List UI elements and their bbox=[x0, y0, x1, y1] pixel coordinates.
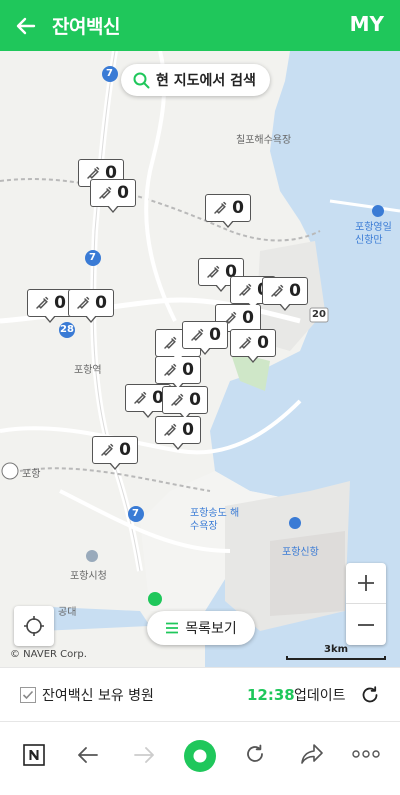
status-bar: 잔여백신 보유 병원 12:38 업데이트 bbox=[0, 667, 400, 721]
vaccine-marker[interactable]: 0 bbox=[262, 277, 308, 311]
map-label-pohang: 포항 bbox=[22, 469, 41, 480]
filter-checkbox[interactable] bbox=[20, 686, 36, 703]
vaccine-marker[interactable]: 0 bbox=[92, 436, 138, 470]
refresh-button[interactable] bbox=[360, 685, 380, 705]
refresh-icon bbox=[362, 685, 378, 702]
plus-icon bbox=[358, 575, 374, 591]
filter-label: 잔여백신 보유 병원 bbox=[42, 687, 154, 704]
back-button[interactable] bbox=[4, 0, 48, 51]
arrow-left-icon bbox=[16, 17, 36, 34]
list-view-button[interactable]: 목록보기 bbox=[147, 611, 255, 645]
syringe-icon bbox=[189, 327, 205, 343]
map-label-chilpo: 칠포해수욕장 bbox=[236, 135, 292, 146]
syringe-icon bbox=[169, 392, 185, 408]
marker-count: 0 bbox=[182, 420, 194, 440]
back-arrow-icon bbox=[78, 747, 98, 763]
syringe-icon bbox=[162, 362, 178, 378]
marker-count: 0 bbox=[242, 308, 254, 328]
syringe-icon bbox=[75, 295, 91, 311]
map-scale: 3km bbox=[286, 644, 386, 660]
road-badge-28: 28 bbox=[60, 324, 74, 335]
vaccine-marker[interactable]: 0 bbox=[182, 321, 228, 355]
header-bar: 잔여백신 MY bbox=[0, 0, 400, 51]
syringe-icon bbox=[237, 335, 253, 351]
minus-icon bbox=[358, 623, 374, 626]
map-label-pohang-station: 포항역 bbox=[74, 365, 102, 376]
my-button[interactable]: MY bbox=[350, 12, 384, 36]
marker-count: 0 bbox=[95, 293, 107, 313]
road-badge-7b: 7 bbox=[89, 252, 96, 263]
marker-count: 0 bbox=[257, 333, 269, 353]
road-badge-7c: 7 bbox=[132, 508, 139, 519]
marker-count: 0 bbox=[209, 325, 221, 345]
map-copyright: © NAVER Corp. bbox=[10, 649, 87, 660]
map-view[interactable]: 칠포해수욕장 포항영일 신항만 포항역 포항 포항송도 해수욕장 포항신항 포항… bbox=[0, 51, 400, 667]
map-label-gongdae: 공대 bbox=[58, 607, 77, 618]
map-label-sinhang: 포항신항 bbox=[282, 547, 319, 558]
share-icon bbox=[301, 744, 323, 764]
more-icon bbox=[352, 750, 380, 758]
marker-count: 0 bbox=[54, 293, 66, 313]
syringe-icon bbox=[269, 283, 285, 299]
map-label-city-hall: 포항시청 bbox=[70, 571, 107, 582]
browser-forward-button[interactable] bbox=[133, 745, 155, 765]
syringe-icon bbox=[162, 335, 178, 351]
reload-icon bbox=[247, 744, 263, 762]
syringe-icon bbox=[237, 282, 253, 298]
home-circle-icon bbox=[184, 740, 216, 772]
check-icon bbox=[20, 686, 36, 703]
browser-share-button[interactable] bbox=[300, 743, 324, 765]
marker-count: 0 bbox=[189, 390, 201, 410]
map-label-songdo: 포항송도 해수욕장 bbox=[190, 508, 240, 532]
vaccine-marker[interactable]: 0 bbox=[155, 416, 201, 450]
vaccine-marker[interactable]: 0 bbox=[90, 179, 136, 213]
update-time: 12:38 bbox=[247, 685, 295, 704]
map-label-yeongil: 포항영일 신항만 bbox=[355, 222, 392, 246]
browser-more-button[interactable] bbox=[352, 750, 380, 758]
marker-count: 0 bbox=[289, 281, 301, 301]
vaccine-marker[interactable]: 0 bbox=[205, 194, 251, 228]
road-badge-20: 20 bbox=[312, 309, 326, 320]
crosshair-icon bbox=[24, 616, 44, 636]
zoom-out-button[interactable] bbox=[346, 604, 386, 645]
search-icon bbox=[133, 72, 150, 89]
marker-count: 0 bbox=[119, 440, 131, 460]
syringe-icon bbox=[34, 295, 50, 311]
syringe-icon bbox=[212, 200, 228, 216]
browser-back-button[interactable] bbox=[77, 745, 99, 765]
scale-label: 3km bbox=[323, 644, 349, 655]
browser-green-home-button[interactable] bbox=[183, 739, 217, 773]
marker-count: 0 bbox=[182, 360, 194, 380]
vaccine-marker[interactable]: 0 bbox=[162, 386, 208, 420]
syringe-icon bbox=[205, 264, 221, 280]
update-label: 업데이트 bbox=[294, 687, 346, 704]
vaccine-marker[interactable]: 0 bbox=[27, 289, 73, 323]
naver-home-button[interactable] bbox=[23, 744, 45, 766]
marker-count: 0 bbox=[232, 198, 244, 218]
forward-arrow-icon bbox=[134, 747, 154, 763]
syringe-icon bbox=[99, 442, 115, 458]
zoom-in-button[interactable] bbox=[346, 563, 386, 604]
naver-n-icon bbox=[23, 744, 45, 766]
road-badge-7a: 7 bbox=[106, 68, 113, 79]
page-title: 잔여백신 bbox=[52, 16, 120, 38]
locate-button[interactable] bbox=[14, 606, 54, 646]
list-icon bbox=[165, 622, 179, 634]
syringe-icon bbox=[162, 422, 178, 438]
search-this-area-button[interactable]: 현 지도에서 검색 bbox=[121, 64, 270, 96]
zoom-control bbox=[346, 563, 386, 645]
syringe-icon bbox=[132, 390, 148, 406]
app-root: 잔여백신 MY 칠포해수욕장 포항영일 신항만 포항역 포항 포항송도 해수욕장… bbox=[0, 0, 400, 795]
browser-toolbar bbox=[0, 721, 400, 795]
marker-count: 0 bbox=[117, 183, 129, 203]
search-this-area-label: 현 지도에서 검색 bbox=[156, 73, 256, 89]
browser-reload-button[interactable] bbox=[244, 743, 266, 765]
list-view-label: 목록보기 bbox=[185, 621, 237, 637]
vaccine-marker[interactable]: 0 bbox=[68, 289, 114, 323]
scale-bar bbox=[286, 656, 386, 660]
